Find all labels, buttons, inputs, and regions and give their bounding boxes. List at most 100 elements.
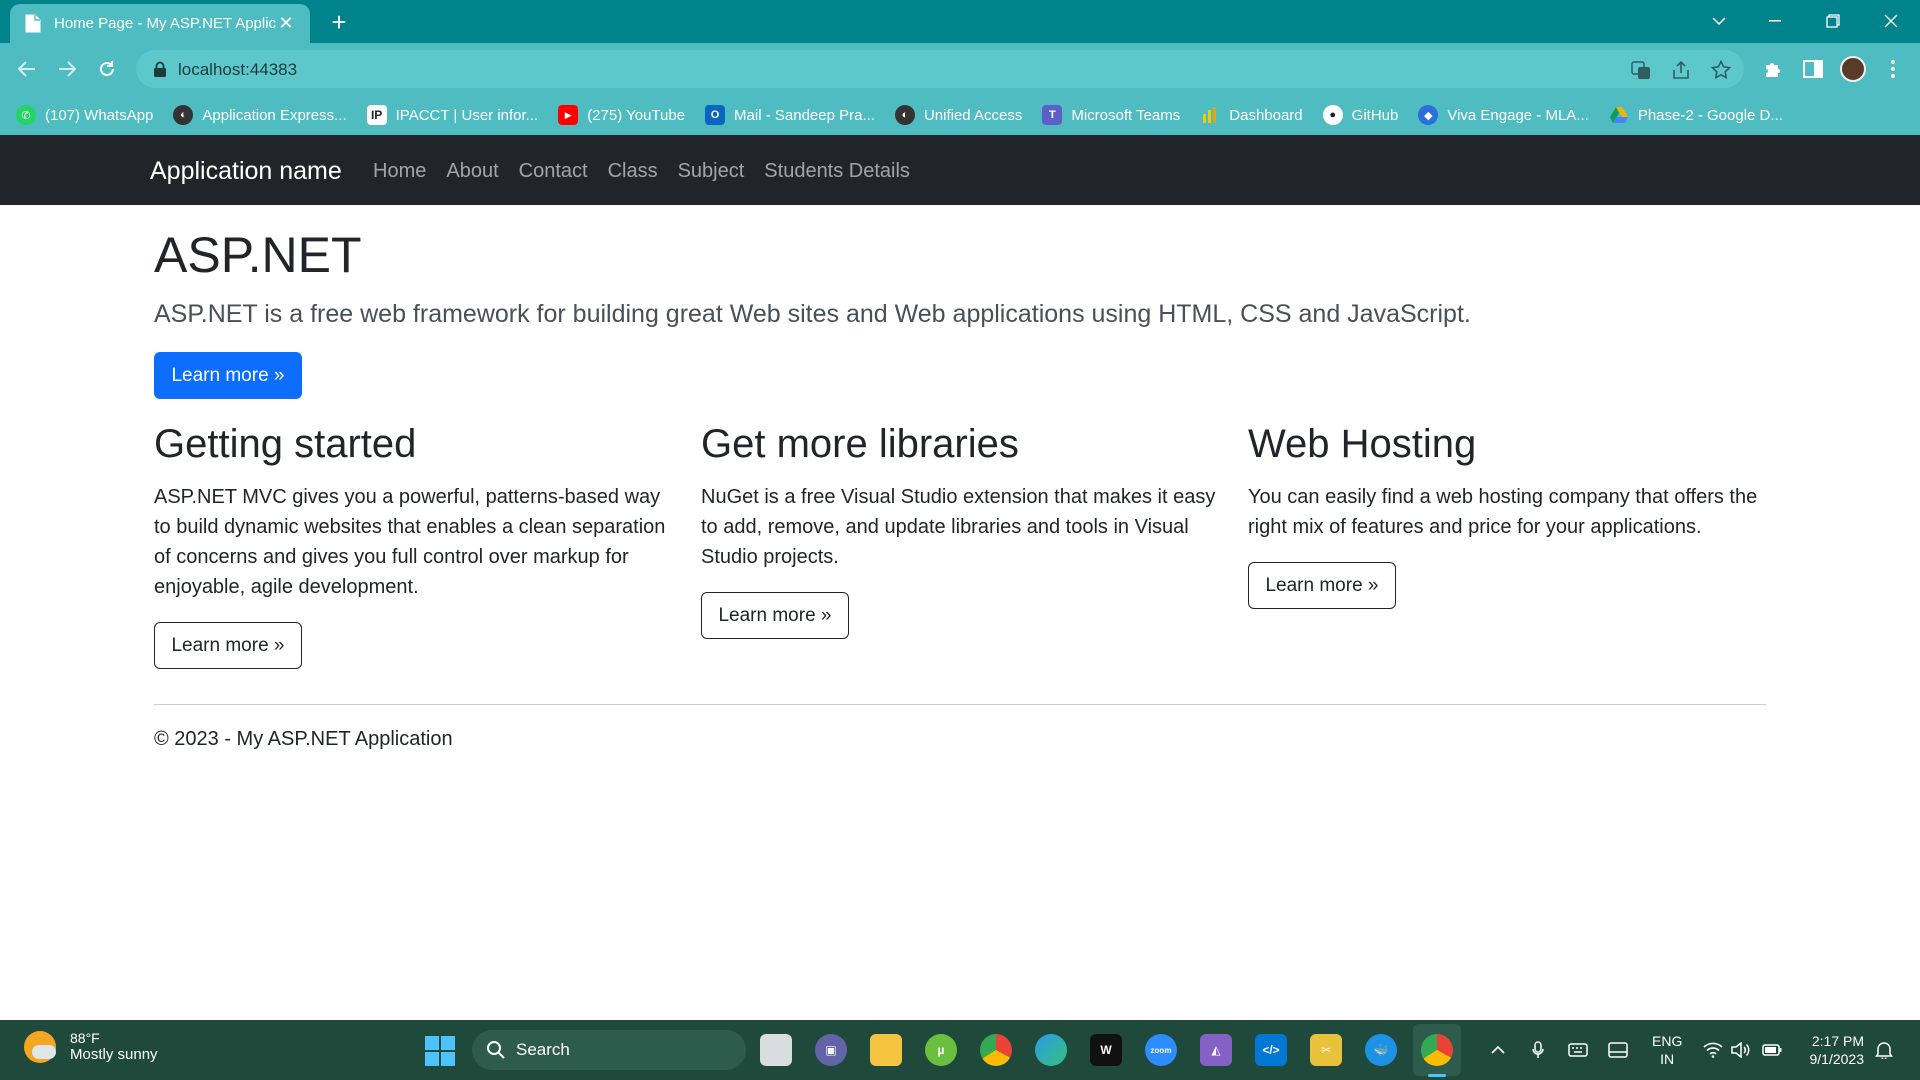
edge-icon[interactable] <box>1035 1034 1067 1066</box>
github-icon: ● <box>1322 105 1343 125</box>
webex-icon[interactable]: W <box>1090 1034 1122 1066</box>
tab-search-chevron-icon[interactable] <box>1696 6 1742 36</box>
windows-taskbar: 88°F Mostly sunny Search ▣ µ W zoom ◭ </… <box>0 1020 1920 1080</box>
weather-description: Mostly sunny <box>70 1046 158 1063</box>
snipping-tool-icon[interactable]: ✂ <box>1310 1034 1342 1066</box>
bookmark-label: Microsoft Teams <box>1071 106 1181 124</box>
nav-link-about[interactable]: About <box>446 160 498 183</box>
bookmark-item[interactable]: ● GitHub <box>1322 105 1398 125</box>
close-window-icon[interactable] <box>1868 6 1914 36</box>
google-drive-icon <box>1609 105 1629 125</box>
column-text: You can easily find a web hosting compan… <box>1248 486 1758 538</box>
browser-tab-strip: Home Page - My ASP.NET Application ✕ + <box>0 0 1920 43</box>
bookmark-label: Unified Access <box>923 106 1023 124</box>
footer-divider <box>154 704 1766 705</box>
taskbar-search-label: Search <box>516 1040 570 1059</box>
column-text: NuGet is a free Visual Studio extension … <box>701 486 1216 568</box>
bookmark-item[interactable]: ✆ (107) WhatsApp <box>16 105 153 125</box>
nav-link-class[interactable]: Class <box>608 160 658 183</box>
viva-engage-icon: ◆ <box>1418 105 1439 125</box>
bookmark-item[interactable]: Phase-2 - Google D... <box>1609 105 1783 125</box>
side-panel-icon[interactable] <box>1800 56 1826 82</box>
battery-icon[interactable] <box>1762 1040 1782 1060</box>
volume-icon[interactable] <box>1731 1040 1751 1060</box>
bookmark-item[interactable]: ◆ Viva Engage - MLA... <box>1418 105 1589 125</box>
bookmark-star-icon[interactable] <box>1710 59 1732 81</box>
nav-link-contact[interactable]: Contact <box>519 160 588 183</box>
nav-link-home[interactable]: Home <box>373 160 426 183</box>
hero-lead: ASP.NET is a free web framework for buil… <box>154 300 1471 328</box>
tab-title: Home Page - My ASP.NET Application <box>54 15 276 32</box>
translate-icon[interactable] <box>1630 59 1652 81</box>
taskbar-search-box[interactable]: Search <box>472 1030 746 1070</box>
wifi-icon[interactable] <box>1703 1040 1723 1060</box>
whatsapp-icon: ✆ <box>16 105 36 125</box>
keyboard-icon[interactable] <box>1568 1040 1588 1060</box>
apex-icon: ◐ <box>173 105 194 125</box>
site-navbar: Application name Home About Contact Clas… <box>0 135 1920 205</box>
nav-link-subject[interactable]: Subject <box>678 160 745 183</box>
forward-arrow-icon[interactable] <box>52 54 82 84</box>
bookmark-label: (107) WhatsApp <box>45 106 154 124</box>
url-text[interactable]: localhost:44383 <box>178 60 297 80</box>
file-explorer-icon[interactable] <box>870 1034 902 1066</box>
extensions-puzzle-icon[interactable] <box>1760 56 1786 82</box>
address-bar[interactable]: localhost:44383 <box>136 50 1744 88</box>
hero-learn-more-button[interactable]: Learn more » <box>154 352 302 399</box>
youtube-icon: ▶ <box>558 105 579 125</box>
new-tab-plus-icon[interactable]: + <box>326 9 352 35</box>
vscode-icon[interactable]: </> <box>1255 1034 1287 1066</box>
minimize-icon[interactable] <box>1752 6 1798 36</box>
menu-kebab-icon[interactable] <box>1880 56 1906 82</box>
reload-icon[interactable] <box>92 54 122 84</box>
search-icon <box>487 1041 505 1059</box>
teams-chat-icon[interactable]: ▣ <box>815 1034 847 1066</box>
notifications-icon[interactable] <box>1874 1040 1894 1060</box>
show-hidden-icons-chevron-icon[interactable] <box>1488 1040 1508 1060</box>
zoom-icon[interactable]: zoom <box>1145 1034 1177 1066</box>
docker-icon[interactable]: 🐳 <box>1365 1034 1397 1066</box>
bookmark-item[interactable]: IP IPACCT | User infor... <box>366 105 539 125</box>
bookmark-item[interactable]: T Microsoft Teams <box>1042 105 1180 125</box>
footer-copyright: © 2023 - My ASP.NET Application <box>154 728 453 750</box>
dashboard-icon <box>1200 105 1220 125</box>
task-view-icon[interactable] <box>760 1034 792 1066</box>
microphone-icon[interactable] <box>1528 1040 1548 1060</box>
tablet-mode-icon[interactable] <box>1608 1040 1628 1060</box>
windows-start-icon[interactable] <box>425 1036 455 1066</box>
system-clock[interactable]: 2:17 PM 9/1/2023 <box>1800 1032 1865 1068</box>
column-text: ASP.NET MVC gives you a powerful, patter… <box>154 486 666 598</box>
visual-studio-icon[interactable]: ◭ <box>1200 1034 1232 1066</box>
lock-icon[interactable] <box>152 61 168 77</box>
bookmark-label: IPACCT | User infor... <box>395 106 539 124</box>
web-hosting-learn-more-button[interactable]: Learn more » <box>1248 562 1396 609</box>
libraries-learn-more-button[interactable]: Learn more » <box>701 592 849 639</box>
profile-avatar[interactable] <box>1840 56 1866 82</box>
active-app-indicator <box>1428 1074 1446 1077</box>
bookmark-item[interactable]: ◐ Application Express... <box>173 105 347 125</box>
bookmark-label: Mail - Sandeep Pra... <box>734 106 875 124</box>
weather-widget[interactable]: 88°F Mostly sunny <box>24 1030 158 1063</box>
browser-tab-active[interactable]: Home Page - My ASP.NET Application ✕ <box>10 4 310 43</box>
column-title: Getting started <box>154 422 417 466</box>
bookmark-item[interactable]: O Mail - Sandeep Pra... <box>705 105 875 125</box>
back-arrow-icon[interactable] <box>12 54 42 84</box>
hero-title: ASP.NET <box>154 227 362 283</box>
bookmarks-bar: ✆ (107) WhatsApp ◐ Application Express..… <box>0 95 1920 135</box>
tab-close-icon[interactable]: ✕ <box>276 13 296 34</box>
ipacct-icon: IP <box>366 105 387 125</box>
bookmark-item[interactable]: ▶ (275) YouTube <box>558 105 685 125</box>
clock-date: 9/1/2023 <box>1809 1051 1865 1067</box>
restore-icon[interactable] <box>1810 6 1856 36</box>
language-indicator[interactable]: ENG IN <box>1652 1032 1682 1068</box>
bookmark-item[interactable]: Dashboard <box>1200 105 1303 125</box>
getting-started-column: Getting started ASP.NET MVC gives you a … <box>154 420 674 669</box>
nav-link-students-details[interactable]: Students Details <box>764 160 910 183</box>
getting-started-learn-more-button[interactable]: Learn more » <box>154 622 302 669</box>
navbar-brand[interactable]: Application name <box>150 157 342 186</box>
share-icon[interactable] <box>1670 59 1692 81</box>
chrome-active-icon[interactable] <box>1421 1034 1453 1066</box>
bookmark-item[interactable]: ◐ Unified Access <box>894 105 1023 125</box>
chrome-icon[interactable] <box>980 1034 1012 1066</box>
utorrent-icon[interactable]: µ <box>925 1034 957 1066</box>
